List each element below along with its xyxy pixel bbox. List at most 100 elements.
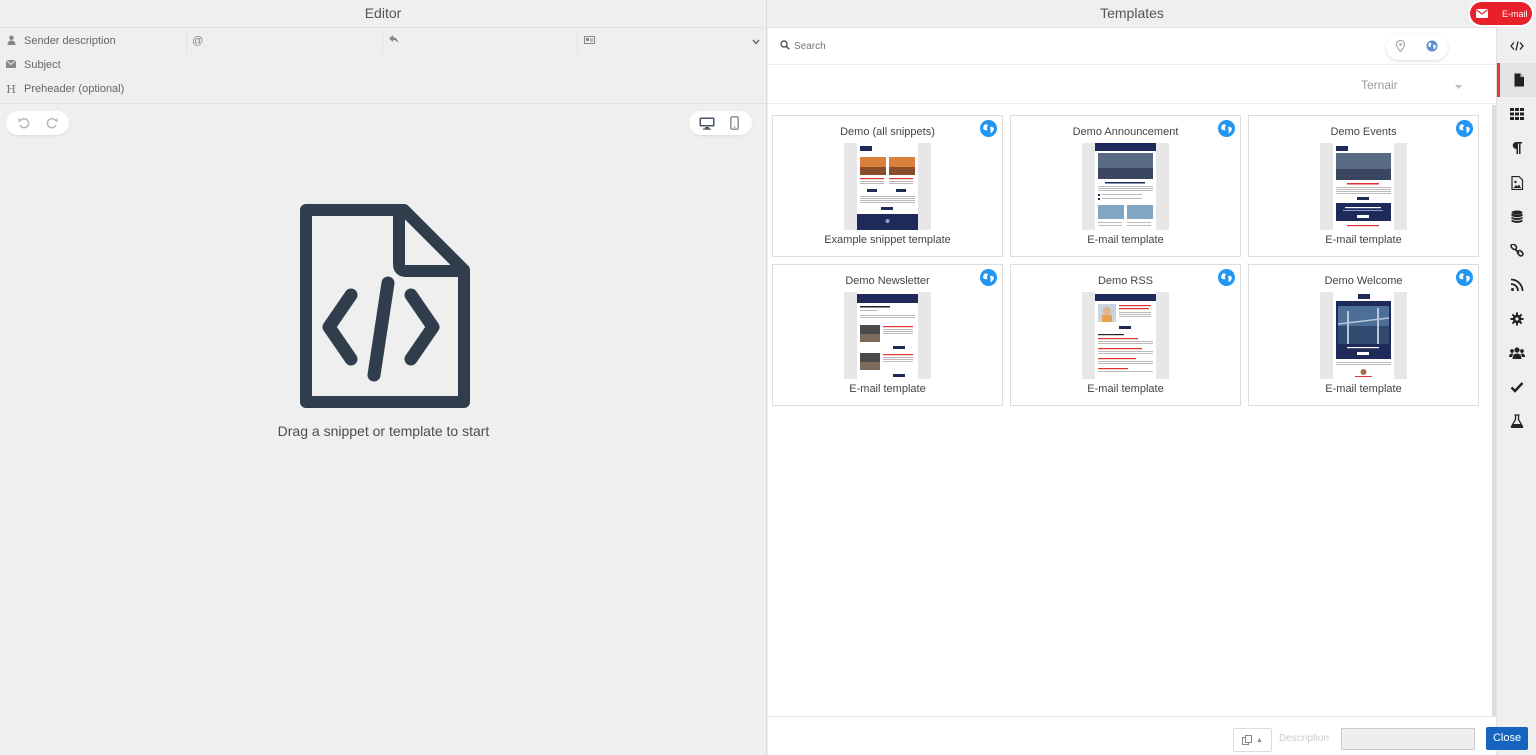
channel-badge[interactable]: E-mail — [1470, 2, 1532, 25]
chevron-down-icon — [752, 34, 760, 48]
template-title: Demo Newsletter — [845, 275, 930, 287]
sidebar-item-settings[interactable] — [1497, 302, 1536, 336]
template-subtitle: E-mail template — [1087, 383, 1164, 395]
desktop-icon — [699, 117, 714, 130]
description-label: Description — [1279, 733, 1330, 744]
at-icon: @ — [192, 35, 204, 47]
globe-icon — [1456, 120, 1473, 137]
caret-up-icon: ▲ — [1256, 736, 1263, 744]
map-marker-icon[interactable] — [1396, 39, 1406, 55]
sidebar-item-blocks[interactable] — [1497, 97, 1536, 131]
template-thumbnail — [844, 143, 931, 230]
template-card[interactable]: Demo Welcome E-mail template — [1248, 264, 1479, 406]
link-icon — [1510, 244, 1524, 257]
check-icon — [1510, 382, 1524, 393]
template-title: Demo Events — [1330, 126, 1397, 138]
globe-icon — [980, 269, 997, 286]
template-thumbnail — [844, 292, 931, 379]
code-icon — [1510, 41, 1524, 51]
sidebar-item-rss[interactable] — [1497, 268, 1536, 302]
undo-button[interactable] — [10, 111, 38, 135]
mobile-icon — [730, 116, 739, 130]
drag-hint-text: Drag a snippet or template to start — [277, 423, 490, 439]
redo-button[interactable] — [38, 111, 66, 135]
envelope-icon — [1476, 9, 1488, 18]
template-thumbnail — [1082, 292, 1169, 379]
sidebar-item-links[interactable] — [1497, 234, 1536, 268]
globe-icon — [1218, 120, 1235, 137]
sender-row: Sender description @ — [0, 29, 766, 53]
theme-select[interactable]: Ternair — [1342, 74, 1468, 96]
sidebar-item-data[interactable] — [1497, 200, 1536, 234]
user-icon — [2, 35, 20, 48]
template-title: Demo Announcement — [1072, 126, 1179, 138]
code-file-icon — [300, 204, 470, 408]
gear-icon — [1510, 312, 1524, 326]
sender-email-field[interactable]: @ — [187, 29, 383, 53]
search-icon — [780, 40, 790, 53]
editor-panel: Editor Sender description @ Subject H Pr… — [0, 0, 767, 755]
template-subtitle: Example snippet template — [824, 234, 951, 246]
theme-filter-row: Ternair — [768, 66, 1496, 104]
template-card[interactable]: Demo Newsletter E-mail template — [772, 264, 1003, 406]
envelope-icon — [2, 59, 20, 71]
sidebar-item-templates[interactable] — [1497, 63, 1536, 97]
id-card-icon — [580, 35, 598, 47]
templates-footer: ▲ Description — [768, 716, 1496, 755]
template-card[interactable]: Demo (all snippets) Example snippet temp… — [772, 115, 1003, 257]
preheader-field[interactable]: H Preheader (optional) — [0, 77, 766, 101]
templates-panel: Templates Ternair Demo (all snippets) — [768, 0, 1496, 755]
grid-icon — [1510, 108, 1524, 120]
desktop-preview-button[interactable] — [693, 111, 721, 135]
users-icon — [1509, 347, 1525, 359]
globe-icon — [1456, 269, 1473, 286]
template-title: Demo RSS — [1097, 275, 1154, 287]
subject-field[interactable]: Subject — [0, 53, 766, 77]
sidebar-item-audience[interactable] — [1497, 336, 1536, 370]
search-input[interactable] — [794, 41, 1294, 52]
close-button[interactable]: Close — [1486, 727, 1528, 750]
paragraph-icon — [1512, 142, 1522, 154]
file-icon — [1514, 73, 1524, 87]
template-subtitle: E-mail template — [1087, 234, 1164, 246]
editor-title: Editor — [0, 0, 766, 28]
caret-down-icon — [1455, 78, 1462, 92]
template-subtitle: E-mail template — [1325, 383, 1402, 395]
channel-badge-label: E-mail — [1502, 8, 1528, 19]
template-subtitle: E-mail template — [849, 383, 926, 395]
template-subtitle: E-mail template — [1325, 234, 1402, 246]
sidebar-item-images[interactable] — [1497, 166, 1536, 200]
sidebar-item-text[interactable] — [1497, 131, 1536, 165]
template-card[interactable]: Demo RSS E-mail template — [1010, 264, 1241, 406]
template-title: Demo (all snippets) — [840, 126, 935, 138]
theme-select-value: Ternair — [1361, 78, 1398, 92]
copy-dropdown-button[interactable]: ▲ — [1233, 728, 1272, 752]
rss-icon — [1510, 278, 1524, 292]
template-grid: Demo (all snippets) Example snippet temp… — [768, 105, 1496, 717]
sidebar-item-code[interactable] — [1497, 29, 1536, 63]
template-card[interactable]: Demo Events E-mail template — [1248, 115, 1479, 257]
undo-icon — [18, 117, 29, 129]
template-thumbnail — [1082, 143, 1169, 230]
tool-sidebar — [1496, 0, 1536, 755]
template-card[interactable]: Demo Announcement E-mail template — [1010, 115, 1241, 257]
scope-filter — [1386, 34, 1448, 60]
description-input[interactable] — [1341, 728, 1475, 750]
redo-icon — [46, 117, 57, 129]
sidebar-item-test[interactable] — [1497, 404, 1536, 438]
template-title: Demo Welcome — [1324, 275, 1403, 287]
sidebar-item-validate[interactable] — [1497, 370, 1536, 404]
device-preview-group — [689, 111, 752, 135]
heading-icon: H — [6, 82, 16, 96]
email-header-fields: Sender description @ Subject H Preheader… — [0, 28, 766, 104]
reply-to-field[interactable] — [383, 29, 579, 53]
template-thumbnail — [1320, 292, 1407, 379]
sender-description-field[interactable]: Sender description — [0, 29, 187, 53]
globe-icon — [1218, 269, 1235, 286]
flask-icon — [1510, 414, 1524, 428]
copy-icon — [1242, 735, 1253, 745]
mobile-preview-button[interactable] — [721, 111, 749, 135]
sender-profile-select[interactable] — [578, 29, 766, 53]
globe-icon — [980, 120, 997, 137]
globe-filter-icon[interactable] — [1426, 40, 1438, 55]
